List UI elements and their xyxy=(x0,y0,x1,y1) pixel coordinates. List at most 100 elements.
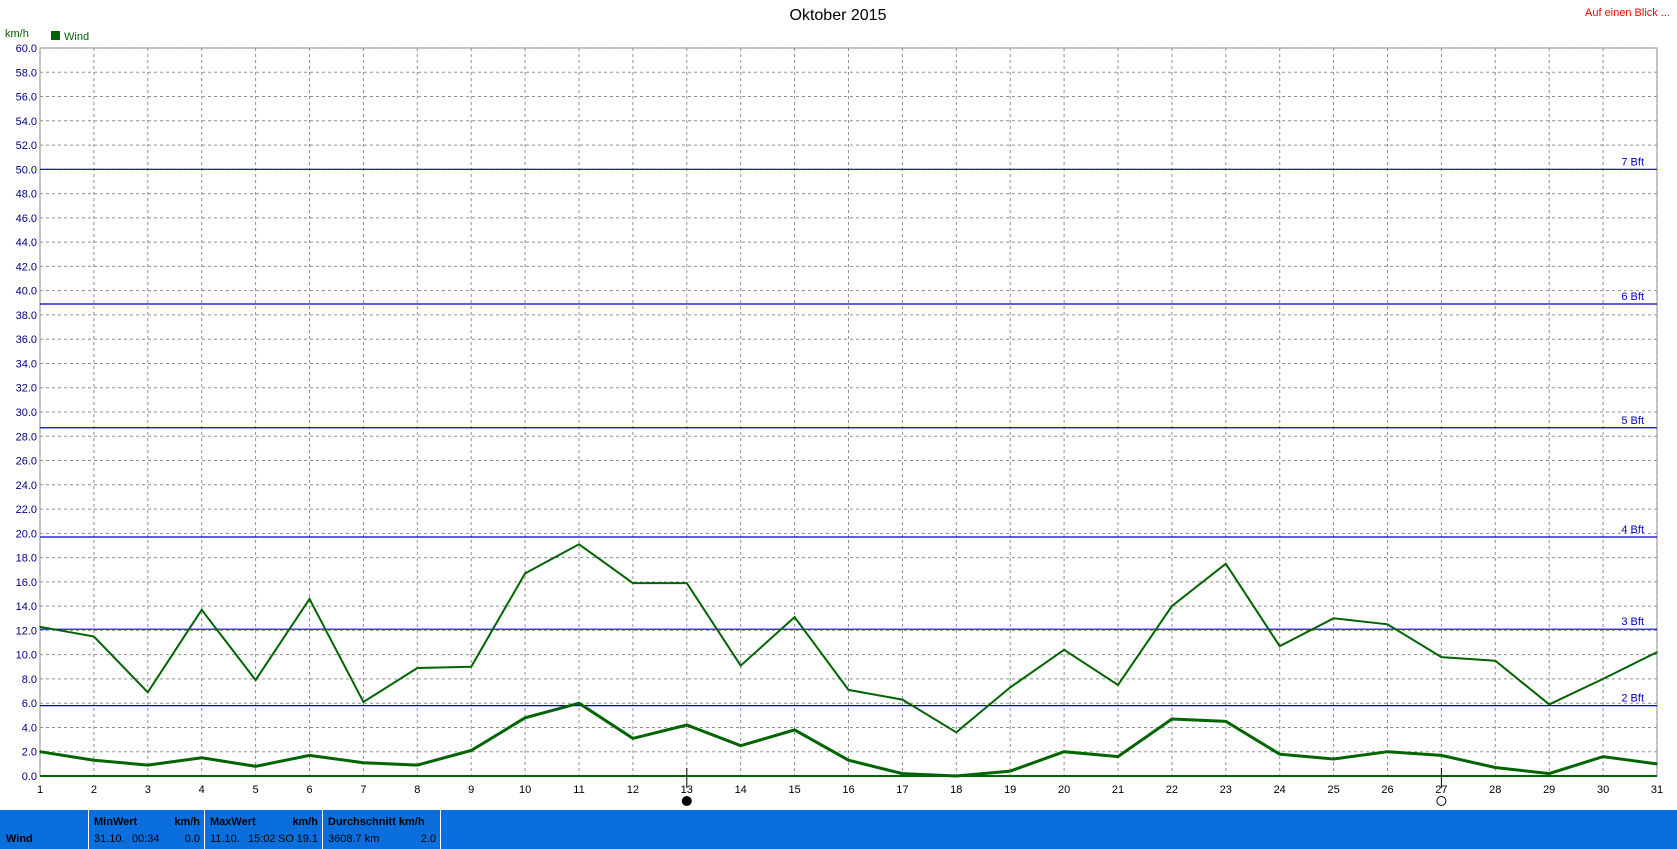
wind-average-point xyxy=(1009,770,1011,772)
full-moon-icon xyxy=(681,796,692,806)
y-tick-label: 4.0 xyxy=(22,722,37,734)
y-tick-label: 12.0 xyxy=(16,625,37,637)
wind-gust-point xyxy=(686,582,688,584)
x-tick-label: 31 xyxy=(1651,784,1663,796)
y-tick-label: 58.0 xyxy=(16,67,37,79)
min-date: 31.10. xyxy=(94,833,125,845)
wind-average-point xyxy=(524,716,526,719)
wind-gust-point xyxy=(416,667,419,669)
wind-average-point xyxy=(1494,766,1497,769)
footer-divider xyxy=(440,810,441,849)
wind-gust-point xyxy=(470,666,473,668)
wind-gust-point xyxy=(847,689,850,691)
x-tick-label: 1 xyxy=(37,784,43,796)
wind-average-point xyxy=(470,749,473,752)
y-tick-label: 34.0 xyxy=(16,358,37,370)
beaufort-label: 5 Bft xyxy=(1621,415,1644,427)
wind-average-point xyxy=(1386,750,1389,753)
y-tick-label: 22.0 xyxy=(16,504,37,516)
x-tick-label: 30 xyxy=(1597,784,1609,796)
min-time: 00:34 xyxy=(132,833,160,845)
wind-gust-point xyxy=(1225,562,1227,565)
x-tick-label: 15 xyxy=(788,784,800,796)
wind-chart: Oktober 2015 Auf einen Blick ... km/h Wi… xyxy=(5,7,1670,806)
min-value: 0.0 xyxy=(184,833,200,845)
x-tick-label: 12 xyxy=(627,784,639,796)
wind-average-point xyxy=(1548,772,1550,775)
y-axis-unit: km/h xyxy=(5,28,29,40)
x-tick-label: 5 xyxy=(253,784,259,796)
y-tick-label: 42.0 xyxy=(16,261,37,273)
wind-gust-point xyxy=(739,664,742,667)
new-moon-icon xyxy=(1436,796,1447,806)
x-tick-label: 10 xyxy=(519,784,531,796)
wind-gust-point xyxy=(524,572,526,575)
x-tick-label: 21 xyxy=(1112,784,1124,796)
beaufort-label: 2 Bft xyxy=(1621,693,1644,705)
wind-gust-point xyxy=(1602,678,1604,680)
footer-divider xyxy=(322,810,323,849)
x-tick-label: 26 xyxy=(1381,784,1393,796)
overview-link[interactable]: Auf einen Blick ... xyxy=(1585,7,1670,19)
y-tick-label: 36.0 xyxy=(16,334,37,346)
chart-title: Oktober 2015 xyxy=(790,7,887,24)
beaufort-label: 3 Bft xyxy=(1621,616,1644,628)
y-tick-label: 8.0 xyxy=(22,674,37,686)
legend-swatch xyxy=(51,31,60,40)
x-tick-label: 6 xyxy=(306,784,312,796)
y-tick-label: 46.0 xyxy=(16,213,37,225)
y-tick-label: 30.0 xyxy=(16,407,37,419)
wind-gust-point xyxy=(1440,656,1443,658)
y-tick-label: 54.0 xyxy=(16,116,37,128)
wind-gust-point xyxy=(147,691,149,694)
x-tick-label: 25 xyxy=(1327,784,1339,796)
x-tick-label: 8 xyxy=(414,784,420,796)
wind-average-point xyxy=(254,765,257,768)
wind-average-point xyxy=(847,759,850,762)
x-tick-label: 22 xyxy=(1166,784,1178,796)
y-tick-label: 24.0 xyxy=(16,480,37,492)
x-tick-label: 16 xyxy=(842,784,854,796)
x-tick-label: 23 xyxy=(1220,784,1232,796)
y-tick-label: 32.0 xyxy=(16,383,37,395)
x-tick-label: 14 xyxy=(735,784,747,796)
wind-gust-point xyxy=(254,679,257,681)
x-tick-label: 4 xyxy=(199,784,205,796)
wind-average-point xyxy=(955,775,958,777)
y-tick-label: 52.0 xyxy=(16,140,37,152)
wind-average-point xyxy=(1063,750,1065,753)
wind-gust-point xyxy=(1332,617,1335,620)
wind-average-point xyxy=(1656,763,1658,765)
footer-divider xyxy=(204,810,205,849)
wind-average-point xyxy=(1117,755,1119,758)
wind-gust-point xyxy=(1171,605,1173,607)
wind-gust-point xyxy=(1117,684,1119,686)
wind-gust-point xyxy=(1386,623,1389,626)
wind-gust-point xyxy=(632,582,634,584)
y-tick-label: 56.0 xyxy=(16,92,37,104)
wind-average-point xyxy=(1171,718,1173,720)
wind-average-point xyxy=(39,750,41,753)
wind-gust-point xyxy=(200,608,203,611)
y-tick-label: 38.0 xyxy=(16,310,37,322)
footer-row-label: Wind xyxy=(6,833,33,845)
wind-average-point xyxy=(1332,758,1335,760)
wind-gust-point xyxy=(955,731,958,734)
wind-average-point xyxy=(362,761,365,764)
y-tick-label: 40.0 xyxy=(16,286,37,298)
y-tick-label: 50.0 xyxy=(16,164,37,176)
max-time: 15:02 xyxy=(248,833,276,845)
y-tick-label: 10.0 xyxy=(16,650,37,662)
y-tick-label: 60.0 xyxy=(16,43,37,55)
y-tick-label: 28.0 xyxy=(16,431,37,443)
y-tick-label: 26.0 xyxy=(16,456,37,468)
y-tick-label: 16.0 xyxy=(16,577,37,589)
wind-average-point xyxy=(147,764,149,766)
max-unit: km/h xyxy=(292,816,318,828)
legend-label: Wind xyxy=(64,31,89,43)
wind-gust-point xyxy=(1278,645,1281,647)
wind-average-point xyxy=(686,724,688,726)
wind-gust-point xyxy=(308,598,311,600)
y-tick-label: 0.0 xyxy=(22,771,37,783)
wind-average-point xyxy=(901,772,904,775)
